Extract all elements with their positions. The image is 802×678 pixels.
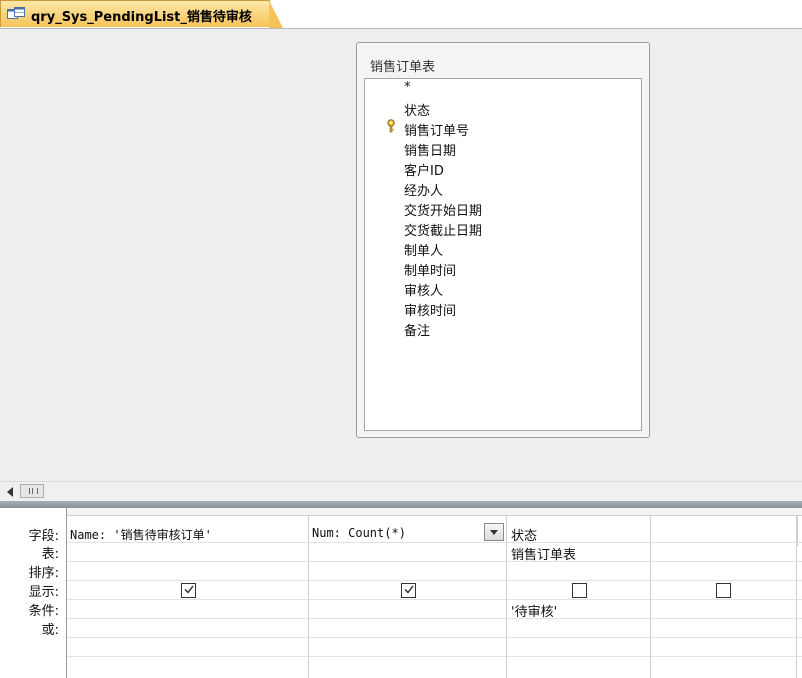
field-list[interactable]: * 状态 销售订单号 销售日期 客户ID 经办人 交货开始日期 交货截止日期 制… <box>364 78 642 431</box>
field-item[interactable]: 审核时间 <box>404 300 456 319</box>
tab-title: qry_Sys_PendingList_销售待审核 <box>31 10 252 25</box>
pane-splitter[interactable] <box>0 501 802 508</box>
field-item[interactable]: * <box>404 80 411 95</box>
grid-row-divider <box>67 580 802 581</box>
show-checkbox[interactable] <box>181 583 196 598</box>
field-item[interactable]: 制单人 <box>404 240 443 259</box>
query-design-grid[interactable]: 字段: 表: 排序: 显示: 条件: 或: Name: '销售待审核订单' Nu… <box>0 508 802 678</box>
field-cell[interactable]: Num: Count(*) <box>312 526 406 540</box>
grip-icon <box>29 488 38 494</box>
field-item[interactable]: 审核人 <box>404 280 443 299</box>
primary-key-icon <box>387 119 395 133</box>
field-item[interactable]: 经办人 <box>404 180 443 199</box>
field-item[interactable]: 客户ID <box>404 160 444 179</box>
query-design-upper-pane[interactable]: 销售订单表 * 状态 销售订单号 销售日期 客户ID 经办人 交货开始日期 交货… <box>0 29 802 481</box>
field-item[interactable]: 制单时间 <box>404 260 456 279</box>
scroll-thumb[interactable] <box>20 484 44 498</box>
field-dropdown-button[interactable] <box>484 523 504 541</box>
field-item[interactable]: 状态 <box>404 100 430 119</box>
horizontal-scrollbar[interactable] <box>0 481 802 501</box>
show-checkbox[interactable] <box>716 583 731 598</box>
show-checkbox[interactable] <box>401 583 416 598</box>
row-label-or: 或: <box>41 623 59 638</box>
field-item[interactable]: 交货截止日期 <box>404 220 482 239</box>
table-cell[interactable]: 销售订单表 <box>511 544 576 563</box>
field-cell[interactable]: 状态 <box>511 525 537 544</box>
row-label-field: 字段: <box>28 529 59 544</box>
check-icon <box>404 585 414 594</box>
column-selector-bar[interactable] <box>67 508 802 516</box>
row-label-sort: 排序: <box>28 566 59 581</box>
grid-row-divider <box>67 637 802 638</box>
query-icon <box>7 7 25 19</box>
row-label-show: 显示: <box>28 585 59 600</box>
document-tab-strip: qry_Sys_PendingList_销售待审核 <box>0 0 802 29</box>
criteria-cell[interactable]: '待审核' <box>511 601 557 620</box>
grid-row-divider <box>67 656 802 657</box>
check-icon <box>184 585 194 594</box>
grid-row-divider <box>67 599 802 600</box>
show-checkbox[interactable] <box>572 583 587 598</box>
field-item[interactable]: 销售订单号 <box>404 120 469 139</box>
scroll-left-arrow-icon[interactable] <box>3 485 17 499</box>
table-box-title[interactable]: 销售订单表 <box>370 56 435 75</box>
row-label-table: 表: <box>41 547 59 562</box>
field-item[interactable]: 备注 <box>404 320 430 339</box>
grid-row-divider <box>67 618 802 619</box>
row-label-criteria: 条件: <box>28 604 59 619</box>
row-labels: 字段: 表: 排序: 显示: 条件: 或: <box>0 508 67 678</box>
table-field-list-window[interactable]: 销售订单表 * 状态 销售订单号 销售日期 客户ID 经办人 交货开始日期 交货… <box>356 42 650 438</box>
query-tab[interactable]: qry_Sys_PendingList_销售待审核 <box>0 0 283 28</box>
field-item[interactable]: 交货开始日期 <box>404 200 482 219</box>
field-item[interactable]: 销售日期 <box>404 140 456 159</box>
grid-row-divider <box>67 561 802 562</box>
field-cell[interactable]: Name: '销售待审核订单' <box>70 526 212 543</box>
